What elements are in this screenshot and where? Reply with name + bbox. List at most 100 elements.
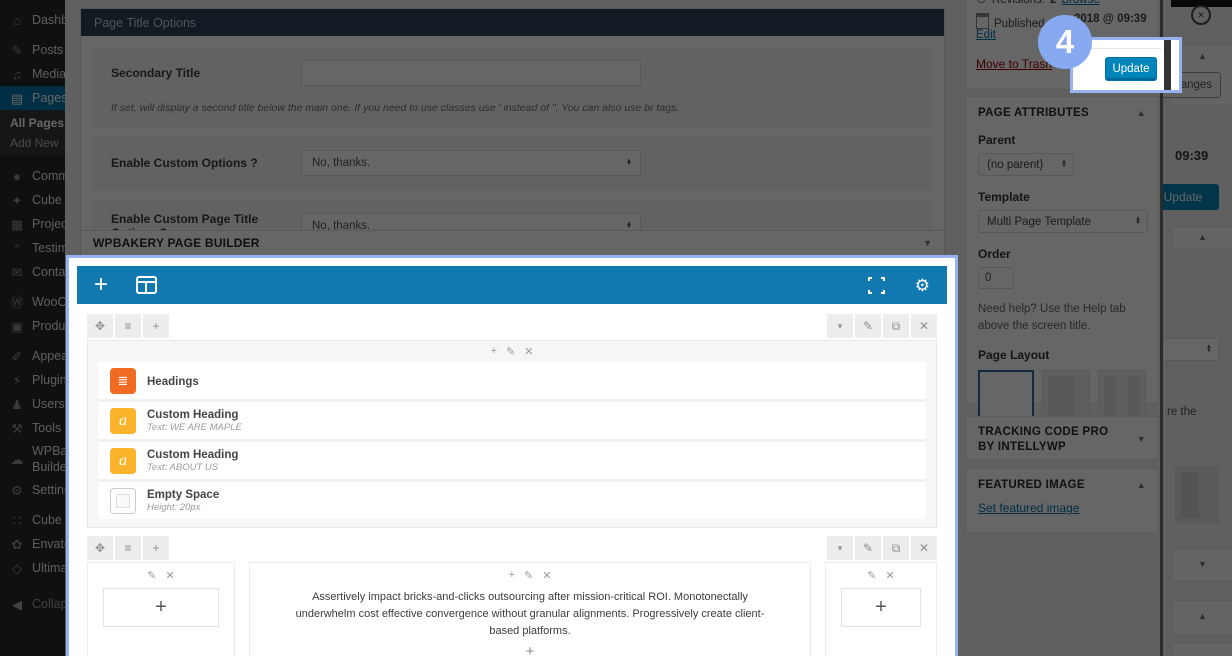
sidebar-item-projects[interactable]: ▦Projects: [0, 212, 65, 236]
add-element-button[interactable]: +: [94, 273, 108, 297]
row-add-button[interactable]: +: [143, 536, 169, 560]
secondary-title-input[interactable]: [301, 60, 641, 86]
column-delete-icon[interactable]: ✕: [886, 569, 895, 582]
row-edit-button[interactable]: ✎: [855, 314, 881, 338]
sidebar-item-settings[interactable]: ⚙Settings: [0, 478, 65, 502]
row-clone-button[interactable]: ⧉: [883, 314, 909, 338]
update-button-fragment[interactable]: Update: [1160, 184, 1219, 210]
wpbakery-metabox-header[interactable]: WPBAKERY PAGE BUILDER ▼: [80, 230, 945, 256]
chevron-up-icon[interactable]: ▲: [1137, 480, 1146, 490]
envelope-icon: ✉: [8, 266, 26, 279]
column-edit-icon[interactable]: ✎: [506, 345, 515, 358]
chevron-down-icon[interactable]: ▼: [1198, 559, 1207, 569]
sidebar-item-comments[interactable]: ●Comments: [0, 164, 65, 188]
sidebar-item-media[interactable]: ♫Media: [0, 62, 65, 86]
sidebar-item-woocommerce[interactable]: ⓌWooCommerce: [0, 290, 65, 314]
column-add-icon[interactable]: +: [491, 345, 497, 358]
sidebar-item-products[interactable]: ▣Products: [0, 314, 65, 338]
sidebar-item-tools[interactable]: ⚒Tools: [0, 416, 65, 440]
dismiss-notice-icon[interactable]: ✕: [1191, 5, 1211, 25]
appearance-icon: ✐: [8, 350, 26, 363]
update-button[interactable]: Update: [1105, 57, 1157, 81]
template-select-fragment[interactable]: ▲▼: [1160, 338, 1219, 361]
sidebar-item-cube-portfolio[interactable]: ∷Cube Portfolio: [0, 508, 65, 532]
row-layout-button[interactable]: ≡: [115, 314, 141, 338]
publish-box-divider: [1079, 48, 1161, 49]
sidebar-item-plugins[interactable]: ⚡Plugins: [0, 368, 65, 392]
vc-element-custom-heading[interactable]: a Custom Heading Text: WE ARE MAPLE: [98, 402, 926, 442]
append-element-button[interactable]: +: [260, 640, 800, 656]
sidebar-item-cube-posts[interactable]: ✦Cube Portfolio: [0, 188, 65, 212]
row-drag-handle[interactable]: ✥: [87, 536, 113, 560]
set-featured-image-link[interactable]: Set featured image: [978, 501, 1079, 515]
tracking-code-metabox: TRACKING CODE PRO BY INTELLYWP ▼: [965, 416, 1159, 460]
custom-heading-icon: a: [110, 448, 136, 474]
row-clone-button[interactable]: ⧉: [883, 536, 909, 560]
grid-icon: ∷: [8, 514, 26, 527]
fullscreen-icon[interactable]: [868, 277, 885, 294]
add-element-to-column-button[interactable]: +: [103, 588, 219, 627]
metabox-header-fragment: ▲: [1171, 226, 1232, 250]
sidebar-item-posts[interactable]: ✎Posts: [0, 38, 65, 62]
column-delete-icon[interactable]: ✕: [524, 345, 533, 358]
column-delete-icon[interactable]: ✕: [166, 569, 175, 582]
column-edit-icon[interactable]: ✎: [524, 569, 533, 582]
browse-revisions-link[interactable]: Browse: [1061, 0, 1099, 6]
row-edit-button[interactable]: ✎: [855, 536, 881, 560]
parent-select[interactable]: (no parent) ▲▼: [978, 153, 1074, 176]
sidebar-item-envato-market[interactable]: ✿Envato Market: [0, 532, 65, 556]
layout-thumb-right-sidebar[interactable]: [1042, 370, 1090, 422]
column-edit-icon[interactable]: ✎: [147, 569, 156, 582]
vc-element-custom-heading[interactable]: a Custom Heading Text: ABOUT US: [98, 442, 926, 482]
vc-row-toolbar: ✥ ≡ + ▾ ✎ ⧉ ✕: [87, 314, 937, 338]
sidebar-item-wpbakery-builder[interactable]: ☁WPBakery Builder: [0, 440, 65, 478]
chevron-up-icon[interactable]: ▲: [1198, 232, 1207, 242]
sidebar-item-all-pages[interactable]: All Pages: [0, 113, 65, 133]
chevron-down-icon[interactable]: ▼: [923, 238, 932, 248]
column-delete-icon[interactable]: ✕: [542, 569, 551, 582]
row-layout-button[interactable]: ≡: [115, 536, 141, 560]
sidebar-item-collapse-menu[interactable]: ◀Collapse menu: [0, 592, 65, 616]
vc-row-columns: ✎ ✕ + + ✎ ✕ Assertively impact bricks-an…: [87, 562, 937, 656]
wpbakery-metabox-title: WPBAKERY PAGE BUILDER: [93, 236, 260, 250]
chevron-up-icon[interactable]: ▲: [1137, 108, 1146, 118]
text-block-element[interactable]: Assertively impact bricks-and-clicks out…: [260, 586, 800, 640]
chevron-down-icon[interactable]: ▼: [1137, 434, 1146, 446]
chevron-up-icon[interactable]: ▲: [1198, 611, 1207, 621]
sidebar-item-users[interactable]: ♟Users: [0, 392, 65, 416]
sidebar-item-contact[interactable]: ✉Contact: [0, 260, 65, 284]
sidebar-item-add-new[interactable]: Add New: [0, 133, 65, 153]
users-icon: ♟: [8, 398, 26, 411]
pin-icon: ✎: [8, 44, 26, 57]
row-toggle-button[interactable]: ▾: [827, 314, 853, 338]
sidebar-item-appearance[interactable]: ✐Appearance: [0, 344, 65, 368]
gear-icon[interactable]: ⚙: [915, 277, 930, 294]
edit-published-link[interactable]: Edit: [976, 29, 996, 41]
row-toggle-button[interactable]: ▾: [827, 536, 853, 560]
vc-navbar: + ⚙: [77, 266, 947, 304]
sidebar-item-testimonials[interactable]: “Testimonials: [0, 236, 65, 260]
order-input[interactable]: 0: [978, 267, 1014, 289]
layout-thumb-left-sidebar[interactable]: [1098, 370, 1146, 422]
sidebar-item-ultimate[interactable]: ◇Ultimate: [0, 556, 65, 580]
column-edit-icon[interactable]: ✎: [867, 569, 876, 582]
tracking-code-title: TRACKING CODE PRO BY INTELLYWP: [978, 425, 1128, 455]
vc-element-headings[interactable]: ≣ Headings: [98, 362, 926, 402]
row-drag-handle[interactable]: ✥: [87, 314, 113, 338]
row-delete-button[interactable]: ✕: [911, 536, 937, 560]
vc-element-empty-space[interactable]: Empty Space Height: 20px: [98, 482, 926, 519]
add-element-to-column-button[interactable]: +: [841, 588, 921, 627]
layout-thumb-fullwidth[interactable]: [978, 370, 1034, 422]
sidebar-item-dashboard[interactable]: ⌂Dashboard: [0, 8, 65, 32]
row-delete-button[interactable]: ✕: [911, 314, 937, 338]
template-select[interactable]: Multi Page Template ▲▼: [978, 210, 1148, 233]
column-add-icon[interactable]: +: [509, 569, 515, 582]
chevron-up-icon[interactable]: ▲: [1198, 51, 1207, 61]
templates-button[interactable]: [136, 276, 157, 294]
sidebar-item-pages[interactable]: ▤Pages: [0, 86, 65, 110]
wordpress-edit-page-screen: ⌂Dashboard ✎Posts ♫Media ▤Pages All Page…: [0, 0, 1232, 656]
row-add-button[interactable]: +: [143, 314, 169, 338]
wpbakery-icon: ☁: [8, 453, 26, 466]
move-to-trash-link[interactable]: Move to Trash: [976, 57, 1052, 71]
enable-custom-options-select[interactable]: No, thanks. ▲▼: [301, 150, 641, 176]
